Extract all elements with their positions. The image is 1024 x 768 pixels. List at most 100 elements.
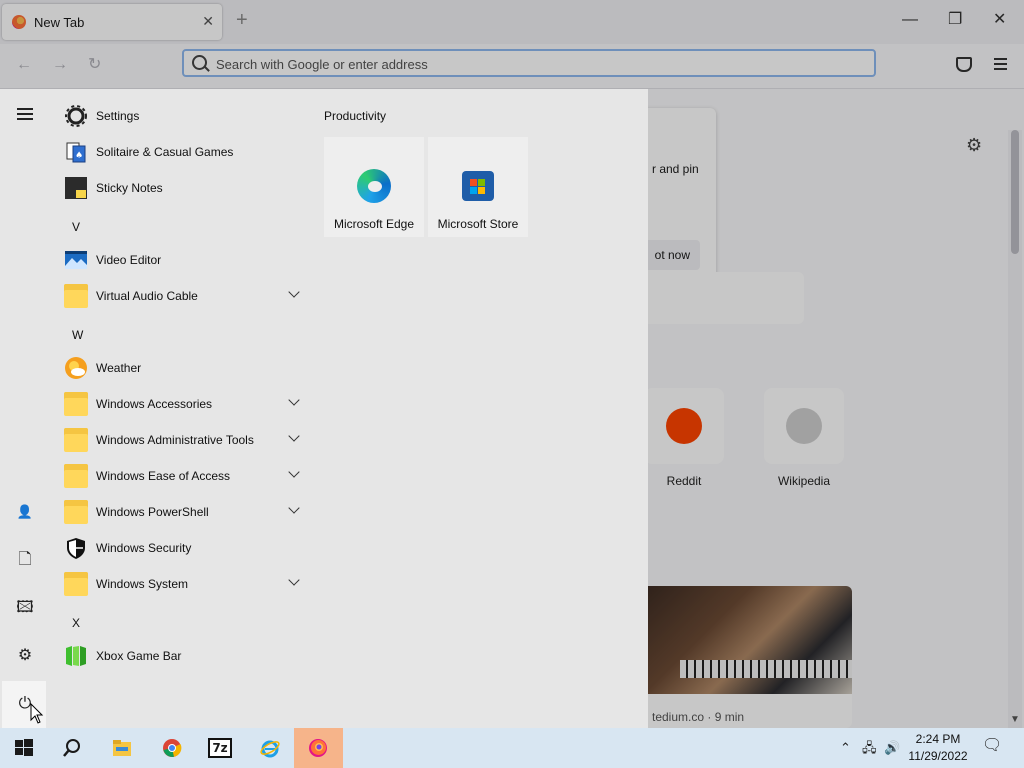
new-tab-button[interactable]: + [236,10,248,30]
close-tab-icon[interactable]: ✕ [202,13,214,30]
app-label: Windows Ease of Access [96,469,231,483]
user-account-icon[interactable]: 👤 [14,501,36,523]
shield-icon [67,538,85,559]
app-windows-powershell[interactable]: Windows PowerShell [60,496,308,528]
chrome-icon [163,739,182,757]
folder-icon [64,428,88,452]
window-close-button[interactable]: ✕ [993,10,1006,30]
story-meta: tedium.co · 9 min [652,710,745,724]
navigation-toolbar: ← → ↻ [0,44,1024,89]
taskbar: 7z ⌃ 🖧 🔊 2:24 PM 11/29/2022 🗨 [0,728,1024,768]
tab-title: New Tab [34,15,85,30]
settings-gear-icon[interactable]: ⚙ [14,645,36,667]
story-card[interactable]: tedium.co · 9 min [640,586,852,728]
notifications-icon[interactable]: 🗨 [982,738,1002,754]
7zip-icon: 7z [208,738,232,758]
folder-icon [64,500,88,524]
chevron-down-icon[interactable] [288,466,300,478]
folder-icon [64,392,88,416]
letter-header-v[interactable]: V [72,220,80,234]
app-label: Solitaire & Casual Games [96,145,234,159]
restore-button[interactable]: ❐ [948,10,962,30]
app-windows-security[interactable]: Windows Security [60,532,308,564]
chevron-down-icon[interactable] [288,430,300,442]
letter-header-w[interactable]: W [72,328,83,342]
folder-icon [64,284,88,308]
documents-icon[interactable]: 🗋 [14,549,36,571]
chevron-down-icon[interactable] [288,502,300,514]
letter-header-x[interactable]: X [72,616,80,630]
weather-icon [65,357,87,379]
mouse-cursor-icon [30,703,44,724]
svg-text:♠: ♠ [75,151,83,161]
app-windows-accessories[interactable]: Windows Accessories [60,388,308,420]
clock[interactable]: 2:24 PM 11/29/2022 [902,731,974,765]
taskbar-file-explorer[interactable] [98,728,146,768]
app-settings[interactable]: Settings [60,100,308,132]
store-icon [462,171,494,201]
tile-microsoft-edge[interactable]: Microsoft Edge [324,137,424,237]
taskbar-internet-explorer[interactable] [246,728,294,768]
app-label: Windows Accessories [96,397,213,411]
minimize-button[interactable]: — [902,10,918,30]
xbox-game-bar-icon [66,646,86,666]
chevron-down-icon[interactable] [288,394,300,406]
search-icon [63,739,80,757]
show-hidden-icons-chevron[interactable]: ⌃ [840,740,851,756]
back-button[interactable]: ← [16,56,32,74]
app-virtual-audio-cable[interactable]: Virtual Audio Cable [60,280,308,312]
folder-icon [64,464,88,488]
scroll-down-icon[interactable]: ▼ [1010,714,1020,725]
app-label: Windows Security [96,541,192,555]
clock-date: 11/29/2022 [908,749,968,763]
scrollbar-thumb[interactable] [1011,130,1019,254]
hamburger-menu-icon[interactable] [14,105,36,127]
pocket-icon[interactable] [956,57,972,72]
taskbar-firefox[interactable] [294,728,343,768]
taskbar-7zip[interactable]: 7z [196,728,244,768]
network-icon[interactable]: 🖧 [862,740,877,756]
app-weather[interactable]: Weather [60,352,308,384]
firefox-icon [309,739,327,757]
promo-text: r and pin [652,162,699,176]
reload-button[interactable]: ↻ [88,56,101,74]
top-site-wikipedia[interactable] [764,388,844,464]
tab-new-tab[interactable]: New Tab ✕ [2,4,222,40]
address-input[interactable] [214,54,818,74]
app-label: Video Editor [96,253,162,267]
tile-microsoft-store[interactable]: Microsoft Store [428,137,528,237]
page-search-box[interactable] [640,272,804,324]
firefox-icon [12,15,26,29]
app-sticky-notes[interactable]: Sticky Notes [60,172,308,204]
top-site-reddit[interactable] [644,388,724,464]
gear-icon [65,105,87,127]
start-button[interactable] [0,728,48,768]
search-button[interactable] [48,728,96,768]
app-label: Windows Administrative Tools [96,433,254,447]
promo-card: r and pin ot now [640,108,716,286]
video-editor-icon [65,251,87,269]
page-settings-gear-icon[interactable]: ⚙ [966,135,982,156]
tile-group-title[interactable]: Productivity [324,109,386,123]
app-xbox-game-bar[interactable]: Xbox Game Bar [60,640,308,672]
volume-icon[interactable]: 🔊 [884,740,900,756]
story-image [640,586,852,694]
app-solitaire[interactable]: ♠ Solitaire & Casual Games [60,136,308,168]
app-windows-administrative-tools[interactable]: Windows Administrative Tools [60,424,308,456]
page-scrollbar[interactable]: ▼ [1008,130,1022,728]
taskbar-chrome[interactable] [148,728,196,768]
address-bar[interactable] [182,49,876,77]
not-now-button[interactable]: ot now [640,240,700,270]
start-left-rail: 👤 🗋 🖾 ⚙ ⏻ [0,89,48,728]
app-video-editor[interactable]: Video Editor [60,244,308,276]
app-windows-system[interactable]: Windows System [60,568,308,600]
chevron-down-icon[interactable] [288,574,300,586]
app-menu-button[interactable] [994,58,1007,73]
app-label: Virtual Audio Cable [96,289,198,303]
pictures-icon[interactable]: 🖾 [14,597,36,619]
app-windows-ease-of-access[interactable]: Windows Ease of Access [60,460,308,492]
forward-button[interactable]: → [52,56,68,74]
chevron-down-icon[interactable] [288,286,300,298]
reddit-icon [666,408,702,444]
start-menu: 👤 🗋 🖾 ⚙ ⏻ Settings ♠ Solitaire & Casual … [0,89,648,728]
